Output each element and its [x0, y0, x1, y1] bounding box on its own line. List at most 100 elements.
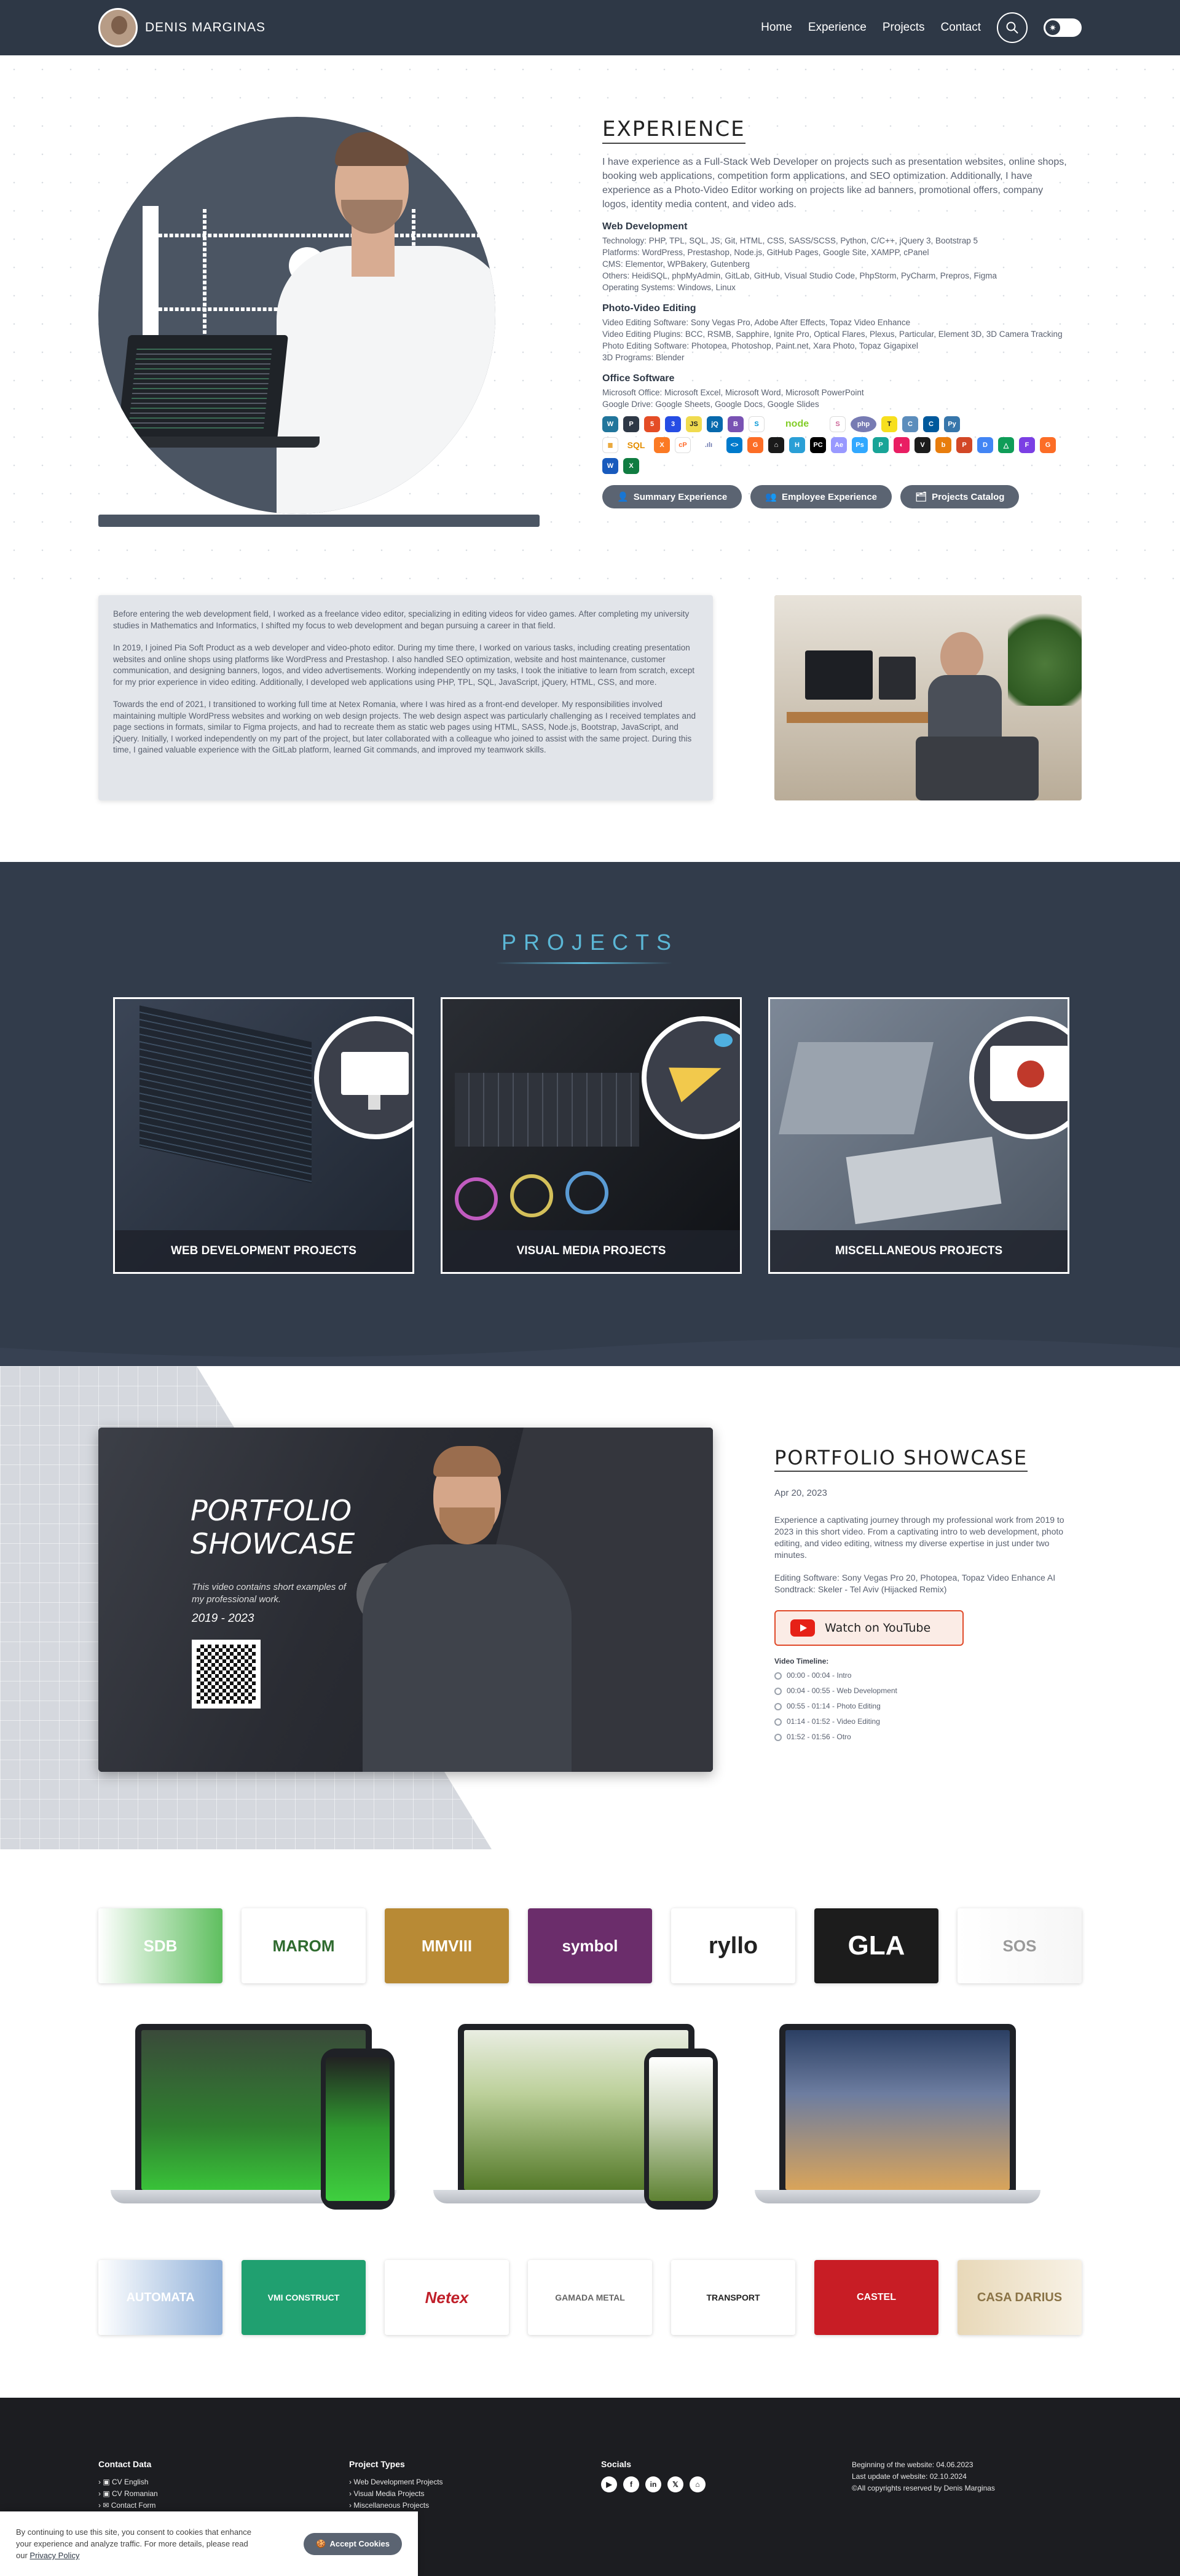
client-logo[interactable]: SOS [958, 1908, 1082, 1983]
client-logo[interactable]: symbol [528, 1908, 652, 1983]
employee-experience-button[interactable]: 👥 Employee Experience [750, 485, 892, 508]
timeline-item[interactable]: 01:52 - 01:56 - Otro [774, 1729, 1082, 1745]
office-line: Microsoft Office: Microsoft Excel, Micro… [602, 388, 864, 397]
web-line: Platforms: WordPress, Prestashop, Node.j… [602, 248, 929, 257]
client-logo[interactable]: MMVIII [385, 1908, 509, 1983]
timeline-label: 00:04 - 00:55 - Web Development [787, 1686, 897, 1695]
footer-heading: Socials [601, 2459, 632, 2469]
client-logo[interactable]: TRANSPORT [671, 2260, 795, 2335]
footer-link-label: CV English [112, 2478, 149, 2486]
google-drive-icon: △ [998, 437, 1014, 453]
footer-link[interactable]: › ✉ Contact Form [98, 2500, 158, 2511]
portfolio-video[interactable]: PORTFOLIO SHOWCASE This video contains sh… [98, 1428, 713, 1772]
accept-cookies-label: Accept Cookies [329, 2539, 390, 2548]
project-card-miscellaneous[interactable]: MISCELLANEOUS PROJECTS [768, 997, 1069, 1274]
clock-icon [774, 1718, 782, 1726]
laptop-screen [117, 335, 288, 440]
photo-line: Photo Editing Software: Photopea, Photos… [602, 341, 918, 350]
blender-icon: b [935, 437, 951, 453]
projects-catalog-button[interactable]: 🗂 Projects Catalog [900, 485, 1020, 508]
project-card-label: VISUAL MEDIA PROJECTS [442, 1230, 740, 1272]
photoshop-icon: Ps [852, 437, 868, 453]
github-icon: ⌂ [768, 437, 784, 453]
nav-contact[interactable]: Contact [941, 21, 981, 34]
nav-projects[interactable]: Projects [883, 21, 925, 34]
privacy-policy-link[interactable]: Privacy Policy [30, 2551, 79, 2560]
timeline-label: 01:52 - 01:56 - Otro [787, 1732, 851, 1741]
word-icon: W [602, 458, 618, 474]
youtube-icon[interactable]: ▶ [601, 2476, 617, 2492]
clock-icon [774, 1687, 782, 1695]
phone-mockup [321, 2049, 395, 2210]
workspace-photo [774, 595, 1082, 800]
watch-on-youtube-button[interactable]: Watch on YouTube [774, 1610, 964, 1646]
site-header: DENIS MARGINAS Home Experience Projects … [0, 0, 1180, 55]
laptop-mockup [779, 2024, 1016, 2190]
linkedin-icon[interactable]: in [645, 2476, 661, 2492]
portfolio-info: PORTFOLIO SHOWCASE Apr 20, 2023 Experien… [774, 1446, 1082, 1745]
employee-experience-label: Employee Experience [781, 491, 878, 502]
footer-link[interactable]: › Visual Media Projects [349, 2488, 443, 2500]
person-shirt [277, 246, 495, 514]
client-logo[interactable]: GAMADA METAL [528, 2260, 652, 2335]
timeline-title: Video Timeline: [774, 1657, 829, 1665]
footer-info: Beginning of the website: 04.06.2023 Las… [852, 2459, 995, 2494]
footer-info-line: Last update of website: 02.10.2024 [852, 2472, 967, 2481]
footer-link[interactable]: › ▣ CV Romanian [98, 2488, 158, 2500]
footer-link[interactable]: › Miscellaneous Projects [349, 2500, 443, 2511]
github-icon[interactable]: ⌂ [690, 2476, 706, 2492]
client-logo[interactable]: CASTEL [814, 2260, 938, 2335]
footer-socials: Socials ▶ f in 𝕏 ⌂ [601, 2459, 706, 2492]
nav-home[interactable]: Home [761, 21, 792, 34]
web-line: Operating Systems: Windows, Linux [602, 283, 736, 292]
client-logo[interactable]: Netex [385, 2260, 509, 2335]
client-logo[interactable]: GLA [814, 1908, 938, 1983]
project-card-web[interactable]: WEB DEVELOPMENT PROJECTS [113, 997, 414, 1274]
nav-experience[interactable]: Experience [808, 21, 867, 34]
photopea-icon: P [873, 437, 889, 453]
client-logo[interactable]: CASA DARIUS [958, 2260, 1082, 2335]
client-logo[interactable]: AUTOMATA [98, 2260, 222, 2335]
summary-experience-label: Summary Experience [633, 491, 728, 502]
theme-toggle[interactable]: ✷ [1044, 18, 1082, 37]
footer-link-label: Miscellaneous Projects [353, 2501, 430, 2510]
x-icon[interactable]: 𝕏 [667, 2476, 683, 2492]
portfolio-section: PORTFOLIO SHOWCASE This video contains sh… [0, 1366, 1180, 1849]
search-icon[interactable] [997, 12, 1028, 43]
client-logos-row-2: AUTOMATA VMI CONSTRUCT Netex GAMADA META… [98, 2260, 1082, 2335]
client-logo[interactable]: SDB [98, 1908, 222, 1983]
brand-logo[interactable]: DENIS MARGINAS [98, 8, 266, 47]
footer-info-line: Beginning of the website: 04.06.2023 [852, 2460, 974, 2469]
footer-link-label: Visual Media Projects [353, 2489, 425, 2498]
vscode-icon: <> [726, 437, 742, 453]
project-card-visual-media[interactable]: VISUAL MEDIA PROJECTS [441, 997, 742, 1274]
client-logo[interactable]: MAROM [242, 1908, 366, 1983]
wave-divider [0, 1338, 1180, 1366]
timeline-item[interactable]: 00:55 - 01:14 - Photo Editing [774, 1699, 1082, 1714]
brand-name: DENIS MARGINAS [145, 20, 266, 34]
timeline-item[interactable]: 00:04 - 00:55 - Web Development [774, 1683, 1082, 1699]
sun-icon: ✷ [1045, 20, 1060, 35]
illustration-base [98, 515, 540, 527]
avatar [98, 8, 138, 47]
timeline-item[interactable]: 01:14 - 01:52 - Video Editing [774, 1714, 1082, 1729]
clock-icon [774, 1672, 782, 1680]
cookie-icon: 🍪 [316, 2538, 326, 2548]
footer-link[interactable]: › Web Development Projects [349, 2476, 443, 2488]
briefcase-icon: 🗂 [915, 492, 927, 502]
video-title-line: SHOWCASE [191, 1527, 355, 1560]
footer-link[interactable]: › ▣ CV English [98, 2476, 158, 2488]
summary-experience-button[interactable]: 👤 Summary Experience [602, 485, 742, 508]
bio-paragraph: Towards the end of 2021, I transitioned … [113, 700, 696, 754]
client-logo[interactable]: VMI CONSTRUCT [242, 2260, 366, 2335]
timeline-item[interactable]: 00:00 - 00:04 - Intro [774, 1668, 1082, 1683]
web-dev-title: Web Development [602, 221, 688, 232]
client-logo[interactable]: ryllo [671, 1908, 795, 1983]
footer-heading: Project Types [349, 2459, 405, 2469]
video-player-icon [969, 1016, 1068, 1139]
wordpress-icon: W [602, 416, 618, 432]
accept-cookies-button[interactable]: 🍪 Accept Cookies [304, 2532, 402, 2555]
facebook-icon[interactable]: f [623, 2476, 639, 2492]
office-line: Google Drive: Google Sheets, Google Docs… [602, 400, 819, 409]
jquery-icon: jQ [707, 416, 723, 432]
